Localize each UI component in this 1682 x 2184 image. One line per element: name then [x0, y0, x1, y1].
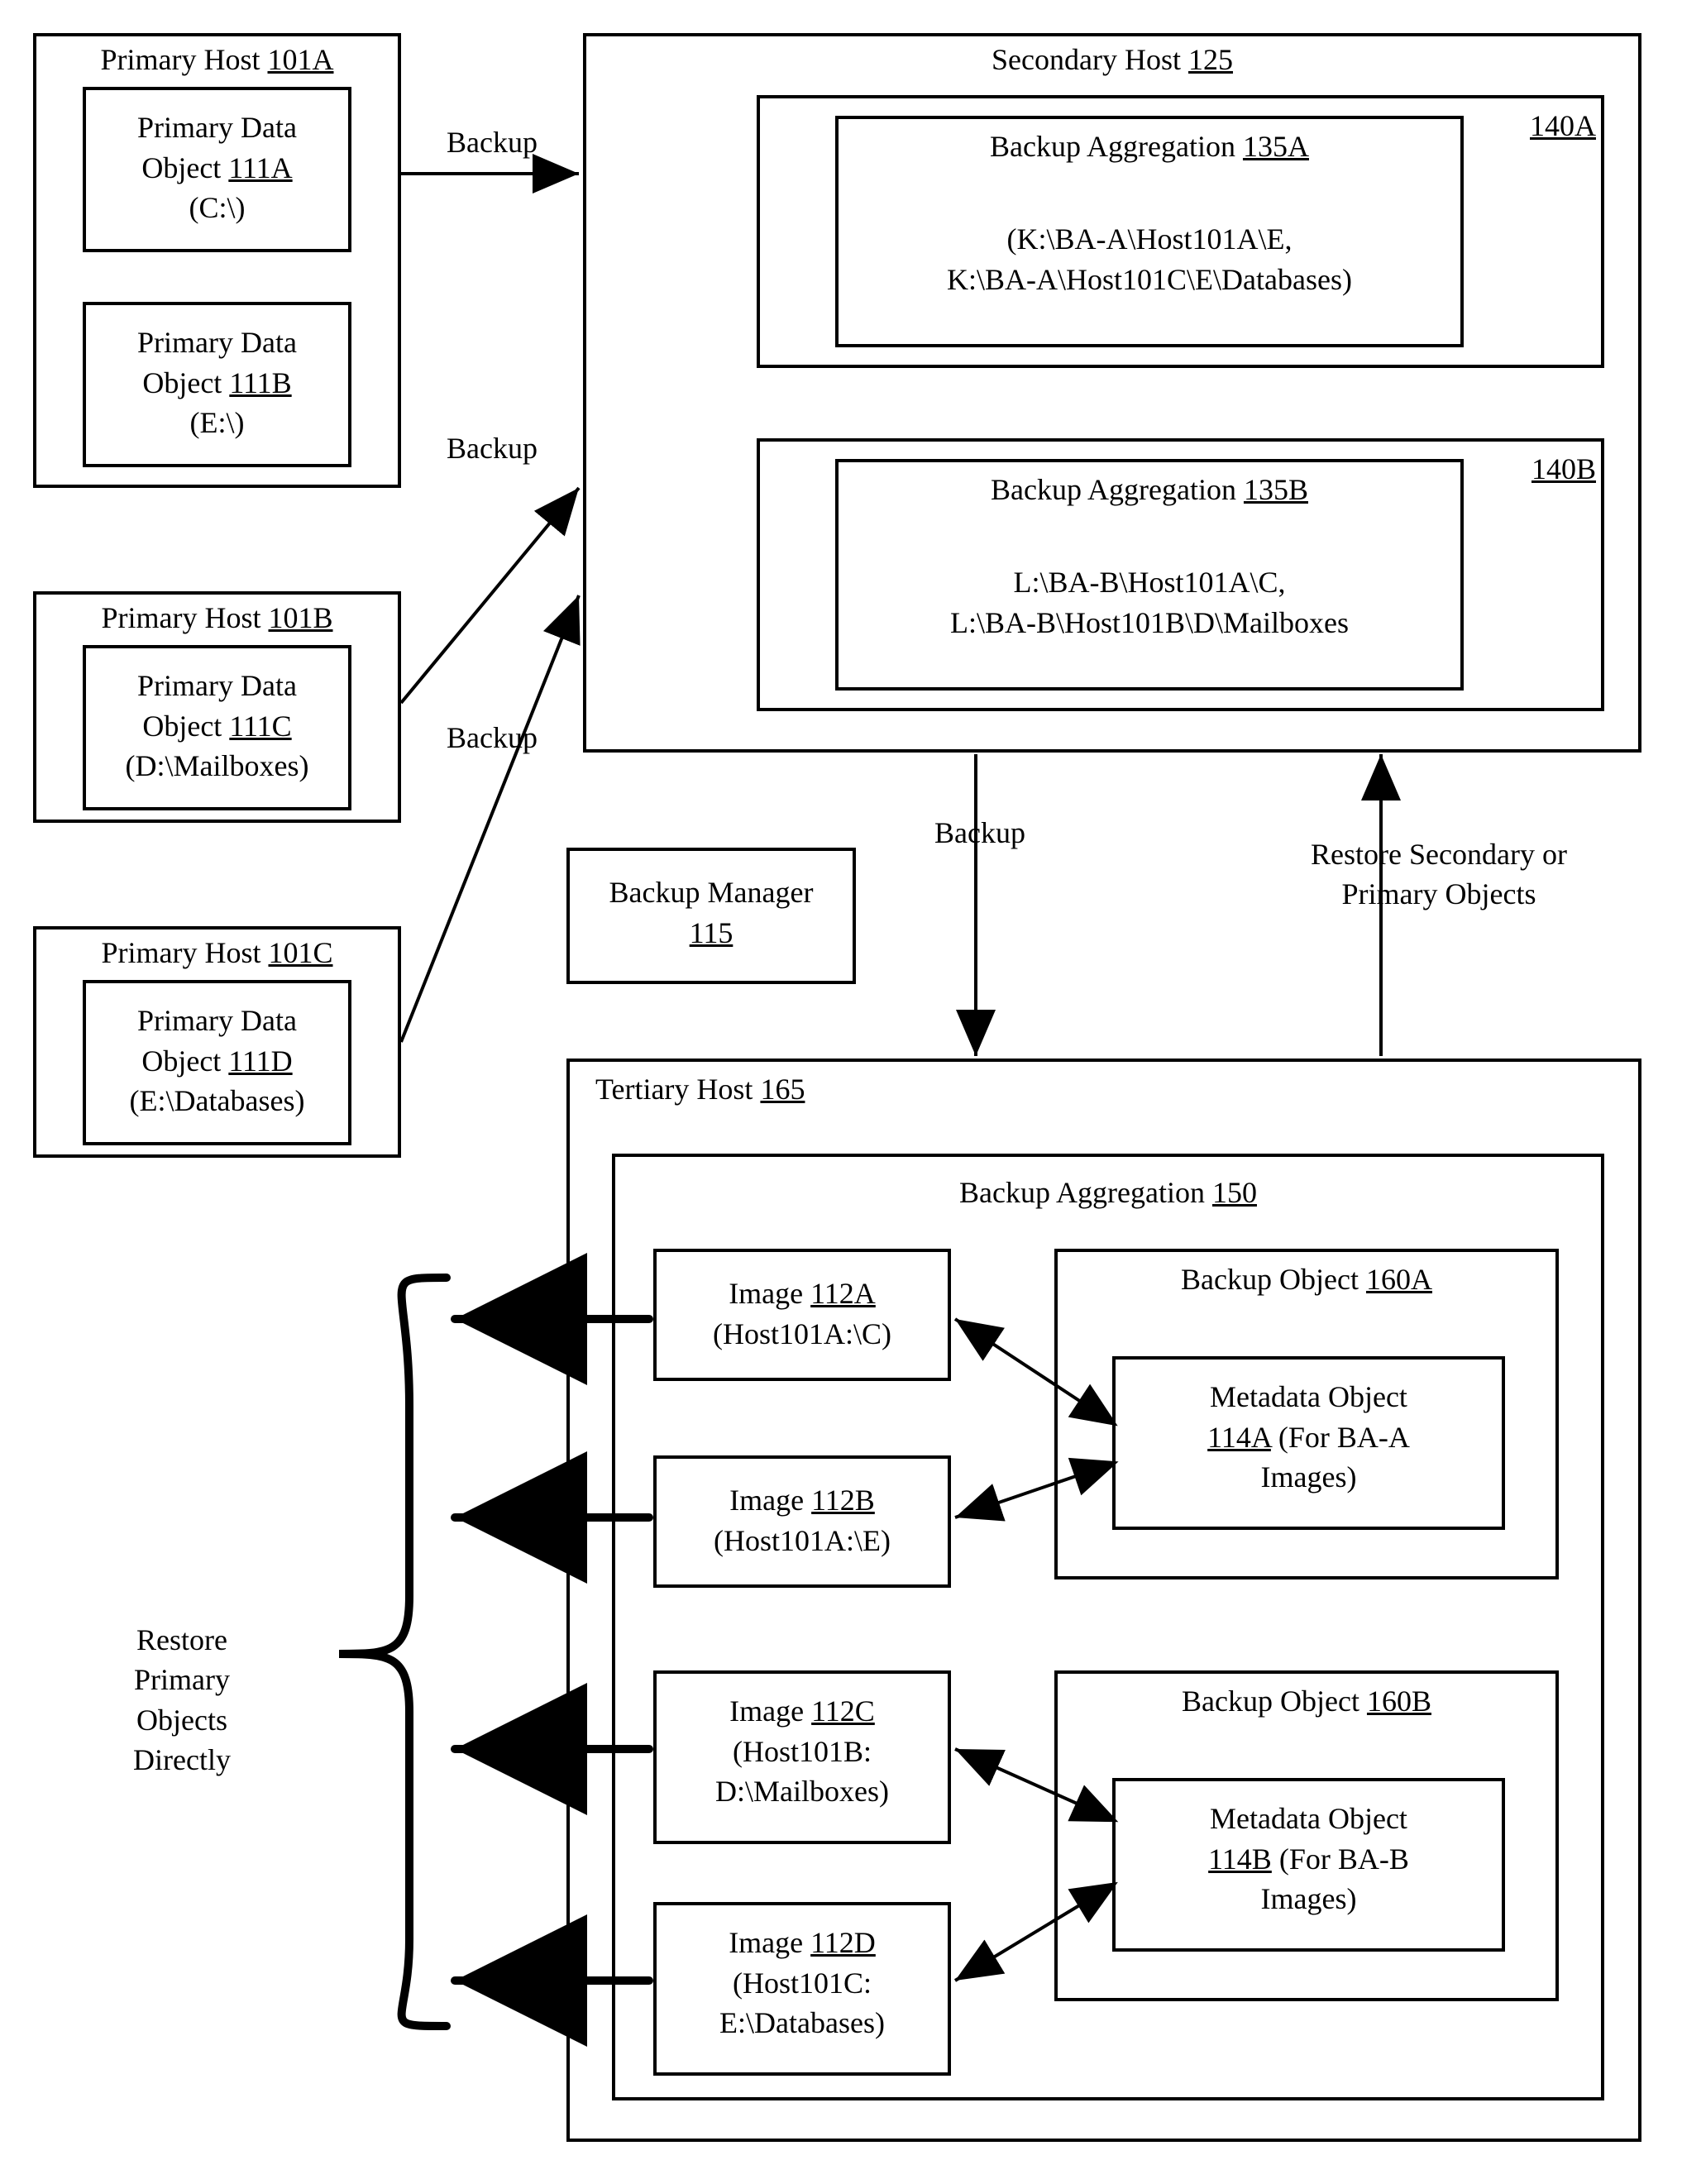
ba-a-title: Backup Aggregation 135A	[835, 128, 1464, 165]
tertiary-host-title: Tertiary Host 165	[595, 1071, 1092, 1108]
primary-host-a-title: Primary Host 101A	[41, 41, 393, 79]
volume-140b-ref: 140B	[1480, 451, 1596, 488]
metadata-object-114b-text: Metadata Object 114B (For BA-B Images)	[1112, 1799, 1505, 1919]
ba-b-body: L:\BA-B\Host101A\C, L:\BA-B\Host101B\D\M…	[835, 562, 1464, 643]
restore-primary-label: Restore Primary Objects Directly	[79, 1579, 285, 1780]
image-112a-text: Image 112A (Host101A:\C)	[653, 1274, 951, 1354]
image-112c-text: Image 112C (Host101B: D:\Mailboxes)	[653, 1691, 951, 1812]
backup-object-160b-title: Backup Object 160B	[1054, 1683, 1559, 1720]
pdo-c-text: Primary Data Object 111C (D:\Mailboxes)	[83, 666, 351, 786]
ba-150-title: Backup Aggregation 150	[612, 1174, 1604, 1211]
metadata-object-114a-text: Metadata Object 114A (For BA-A Images)	[1112, 1377, 1505, 1498]
backup-label-4: Backup	[906, 815, 1054, 852]
primary-host-c-title: Primary Host 101C	[41, 934, 393, 972]
pdo-b-text: Primary Data Object 111B (E:\)	[83, 323, 351, 443]
ba-b-title: Backup Aggregation 135B	[835, 471, 1464, 509]
pdo-d-text: Primary Data Object 111D (E:\Databases)	[83, 1001, 351, 1121]
backup-label-1: Backup	[418, 124, 566, 161]
image-112b-text: Image 112B (Host101A:\E)	[653, 1480, 951, 1560]
restore-secondary-label: Restore Secondary or Primary Objects	[1216, 794, 1662, 915]
volume-140a-ref: 140A	[1480, 108, 1596, 145]
pdo-a-text: Primary Data Object 111A (C:\)	[83, 108, 351, 228]
backup-label-2: Backup	[418, 430, 566, 467]
backup-manager-text: Backup Manager 115	[566, 872, 856, 953]
ba-a-body: (K:\BA-A\Host101A\E, K:\BA-A\Host101C\E\…	[835, 219, 1464, 299]
secondary-host-title: Secondary Host 125	[583, 41, 1641, 79]
backup-object-160a-title: Backup Object 160A	[1054, 1261, 1559, 1298]
image-112d-text: Image 112D (Host101C: E:\Databases)	[653, 1923, 951, 2043]
backup-label-3: Backup	[418, 719, 566, 757]
primary-host-b-title: Primary Host 101B	[41, 600, 393, 637]
